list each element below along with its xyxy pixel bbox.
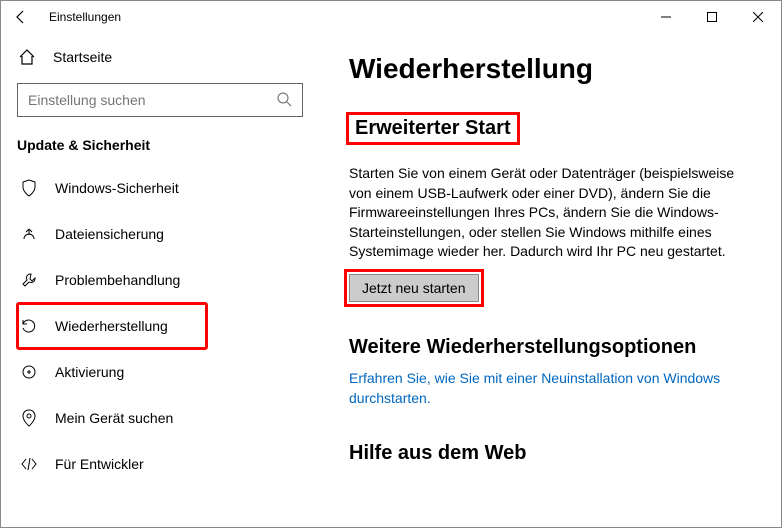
- advanced-start-desc: Starten Sie von einem Gerät oder Datentr…: [349, 164, 751, 262]
- nav-troubleshoot[interactable]: Problembehandlung: [17, 257, 303, 303]
- search-input[interactable]: [28, 92, 276, 108]
- web-help-heading: Hilfe aus dem Web: [349, 442, 751, 465]
- content-pane: Wiederherstellung Erweiterter Start Star…: [319, 33, 781, 527]
- nav-label: Dateiensicherung: [55, 226, 164, 242]
- fresh-start-link[interactable]: Erfahren Sie, wie Sie mit einer Neuinsta…: [349, 369, 751, 408]
- nav-windows-security[interactable]: Windows-Sicherheit: [17, 165, 303, 211]
- more-options-heading: Weitere Wiederherstellungsoptionen: [349, 336, 751, 359]
- nav-label: Mein Gerät suchen: [55, 410, 173, 426]
- home-label: Startseite: [53, 49, 112, 65]
- search-box[interactable]: [17, 83, 303, 117]
- nav-activation[interactable]: Aktivierung: [17, 349, 303, 395]
- close-button[interactable]: [735, 1, 781, 33]
- nav-find-device[interactable]: Mein Gerät suchen: [17, 395, 303, 441]
- location-icon: [19, 409, 39, 427]
- back-button[interactable]: [13, 9, 37, 25]
- search-icon: [276, 91, 292, 110]
- code-icon: [19, 457, 39, 471]
- nav-recovery[interactable]: Wiederherstellung: [17, 303, 207, 349]
- page-title: Wiederherstellung: [349, 53, 751, 85]
- backup-icon: [19, 226, 39, 242]
- nav-developer[interactable]: Für Entwickler: [17, 441, 303, 487]
- nav-label: Für Entwickler: [55, 456, 144, 472]
- maximize-button[interactable]: [689, 1, 735, 33]
- shield-icon: [19, 179, 39, 197]
- nav-backup[interactable]: Dateiensicherung: [17, 211, 303, 257]
- home-icon: [17, 48, 37, 66]
- nav-label: Windows-Sicherheit: [55, 180, 179, 196]
- minimize-button[interactable]: [643, 1, 689, 33]
- advanced-start-heading: Erweiterter Start: [349, 115, 517, 142]
- window-title: Einstellungen: [49, 10, 121, 24]
- restart-now-button[interactable]: Jetzt neu starten: [349, 274, 479, 302]
- group-header: Update & Sicherheit: [17, 137, 303, 153]
- sidebar: Startseite Update & Sicherheit Windows-S…: [1, 33, 319, 527]
- nav-label: Wiederherstellung: [55, 318, 168, 334]
- nav-label: Problembehandlung: [55, 272, 180, 288]
- home-link[interactable]: Startseite: [17, 37, 303, 77]
- recovery-icon: [19, 318, 39, 334]
- nav-label: Aktivierung: [55, 364, 124, 380]
- wrench-icon: [19, 272, 39, 288]
- nav-list: Windows-Sicherheit Dateiensicherung Prob…: [17, 165, 303, 487]
- key-icon: [19, 364, 39, 380]
